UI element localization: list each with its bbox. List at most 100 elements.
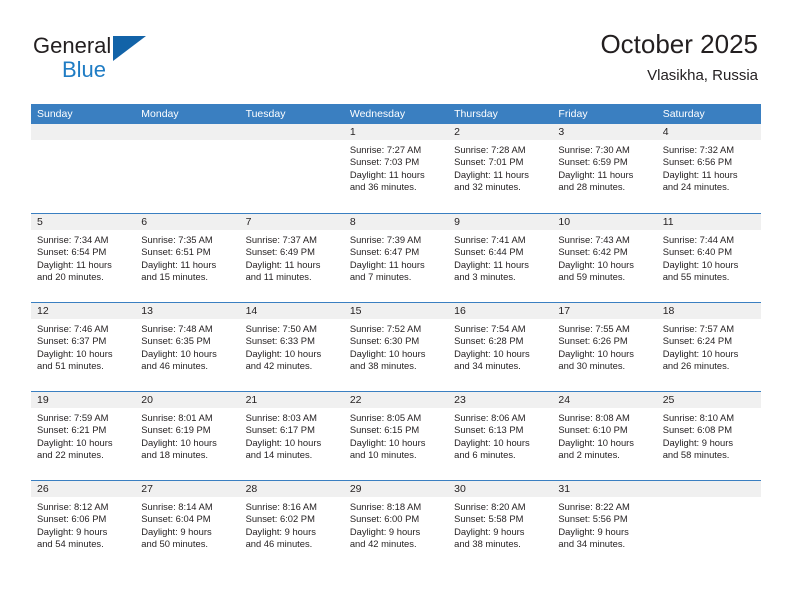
day-details: Sunrise: 7:37 AM Sunset: 6:49 PM Daylight:…	[240, 230, 344, 284]
day-details	[657, 497, 761, 501]
day-cell[interactable]: 24 Sunrise: 8:08 AM Sunset: 6:10 PM Dayligh…	[552, 392, 657, 480]
day-number: 9	[448, 214, 553, 230]
day-detail-line: and 15 minutes.	[141, 271, 208, 283]
day-cell[interactable]: 7 Sunrise: 7:37 AM Sunset: 6:49 PM Daylight…	[239, 214, 344, 302]
day-cell[interactable]: 17 Sunrise: 7:55 AM Sunset: 6:26 PM Dayligh…	[552, 303, 657, 391]
day-number: 28	[239, 481, 344, 497]
day-detail-line: Sunrise: 7:55 AM	[558, 323, 630, 334]
day-cell[interactable]: 23 Sunrise: 8:06 AM Sunset: 6:13 PM Dayligh…	[448, 392, 553, 480]
day-detail-line: Daylight: 10 hours	[454, 436, 530, 448]
day-cell-empty	[135, 124, 240, 213]
day-cell[interactable]: 20 Sunrise: 8:01 AM Sunset: 6:19 PM Dayligh…	[135, 392, 240, 480]
day-detail-line: Sunset: 6:30 PM	[349, 335, 420, 347]
day-cell[interactable]: 30 Sunrise: 8:20 AM Sunset: 5:58 PM Dayligh…	[448, 481, 553, 569]
day-detail-line: Sunrise: 8:05 AM	[349, 412, 422, 423]
brand-logo[interactable]: General Blue	[33, 35, 213, 85]
day-details: Sunrise: 7:48 AM Sunset: 6:35 PM Daylight:…	[135, 319, 239, 373]
day-detail-line: and 6 minutes.	[454, 449, 516, 461]
day-details	[135, 140, 239, 144]
day-number: 29	[343, 481, 449, 497]
day-detail-line: Sunset: 6:42 PM	[558, 246, 628, 258]
day-cell[interactable]: 5 Sunrise: 7:34 AM Sunset: 6:54 PM Daylight…	[31, 214, 136, 302]
day-details: Sunrise: 7:46 AM Sunset: 6:37 PM Daylight:…	[31, 319, 135, 373]
day-cell[interactable]: 29 Sunrise: 8:18 AM Sunset: 6:00 PM Dayligh…	[343, 481, 449, 569]
day-detail-line: Sunset: 6:10 PM	[558, 424, 628, 436]
day-cell[interactable]: 21 Sunrise: 8:03 AM Sunset: 6:17 PM Dayligh…	[239, 392, 344, 480]
day-detail-line: Sunset: 6:00 PM	[349, 513, 420, 525]
weekday-header-row: Sunday Monday Tuesday Wednesday Thursday Frid…	[31, 104, 761, 124]
day-cell[interactable]: 22 Sunrise: 8:05 AM Sunset: 6:15 PM Dayligh…	[343, 392, 449, 480]
day-cell[interactable]: 26 Sunrise: 8:12 AM Sunset: 6:06 PM Dayligh…	[31, 481, 136, 569]
day-detail-line: Sunrise: 8:20 AM	[454, 501, 526, 512]
day-cell[interactable]: 11 Sunrise: 7:44 AM Sunset: 6:40 PM Dayligh…	[656, 214, 761, 302]
day-cell[interactable]: 8 Sunrise: 7:39 AM Sunset: 6:47 PM Daylight…	[343, 214, 449, 302]
day-detail-line: and 54 minutes.	[37, 538, 104, 550]
day-cell[interactable]: 16 Sunrise: 7:54 AM Sunset: 6:28 PM Dayligh…	[448, 303, 553, 391]
day-number: 11	[656, 214, 761, 230]
day-details	[240, 140, 344, 144]
day-detail-line: Daylight: 11 hours	[245, 258, 321, 270]
day-detail-line: and 2 minutes.	[558, 449, 620, 461]
day-cell[interactable]: 4 Sunrise: 7:32 AM Sunset: 6:56 PM Daylight…	[656, 124, 761, 213]
day-detail-line: and 42 minutes.	[245, 360, 313, 372]
weekday-header-monday: Monday	[141, 108, 179, 120]
day-detail-line: Daylight: 11 hours	[454, 258, 529, 270]
day-cell[interactable]: 28 Sunrise: 8:16 AM Sunset: 6:02 PM Dayligh…	[239, 481, 344, 569]
day-details: Sunrise: 7:43 AM Sunset: 6:42 PM Daylight:…	[552, 230, 656, 284]
day-cell[interactable]: 27 Sunrise: 8:14 AM Sunset: 6:04 PM Dayligh…	[135, 481, 240, 569]
day-cell[interactable]: 9 Sunrise: 7:41 AM Sunset: 6:44 PM Daylight…	[448, 214, 553, 302]
day-details: Sunrise: 8:03 AM Sunset: 6:17 PM Daylight:…	[240, 408, 344, 462]
day-cell[interactable]: 2 Sunrise: 7:28 AM Sunset: 7:01 PM Daylight…	[448, 124, 553, 213]
day-cell[interactable]: 18 Sunrise: 7:57 AM Sunset: 6:24 PM Dayligh…	[656, 303, 761, 391]
day-number: 30	[448, 481, 553, 497]
day-detail-line: Daylight: 11 hours	[558, 168, 634, 180]
page-header: General Blue October 2025 Vlasikha, Russ…	[0, 0, 792, 100]
day-detail-line: Daylight: 9 hours	[349, 525, 421, 537]
day-details: Sunrise: 7:28 AM Sunset: 7:01 PM Daylight:…	[448, 140, 552, 194]
day-detail-line: Daylight: 9 hours	[245, 525, 316, 537]
day-cell[interactable]: 15 Sunrise: 7:52 AM Sunset: 6:30 PM Dayligh…	[343, 303, 449, 391]
day-detail-line: Daylight: 10 hours	[558, 436, 634, 448]
day-cell[interactable]: 6 Sunrise: 7:35 AM Sunset: 6:51 PM Daylight…	[135, 214, 240, 302]
day-detail-line: and 55 minutes.	[662, 271, 730, 283]
weekday-header-wednesday: Wednesday	[349, 108, 406, 120]
day-detail-line: Sunset: 6:56 PM	[662, 156, 732, 168]
day-details: Sunrise: 7:44 AM Sunset: 6:40 PM Daylight:…	[657, 230, 761, 284]
day-details: Sunrise: 8:10 AM Sunset: 6:08 PM Daylight:…	[657, 408, 761, 462]
day-cell[interactable]: 10 Sunrise: 7:43 AM Sunset: 6:42 PM Dayligh…	[552, 214, 657, 302]
day-cell[interactable]: 14 Sunrise: 7:50 AM Sunset: 6:33 PM Dayligh…	[239, 303, 344, 391]
day-cell[interactable]: 1 Sunrise: 7:27 AM Sunset: 7:03 PM Daylight…	[343, 124, 449, 213]
day-detail-line: and 22 minutes.	[37, 449, 104, 461]
day-details: Sunrise: 7:59 AM Sunset: 6:21 PM Daylight:…	[31, 408, 135, 462]
day-detail-line: Daylight: 9 hours	[141, 525, 212, 537]
day-number: 22	[343, 392, 449, 408]
day-detail-line: Sunset: 6:51 PM	[141, 246, 211, 258]
day-details: Sunrise: 7:57 AM Sunset: 6:24 PM Daylight:…	[657, 319, 761, 373]
day-number: 5	[31, 214, 136, 230]
day-number: 13	[135, 303, 240, 319]
day-detail-line: Sunset: 6:49 PM	[245, 246, 315, 258]
day-detail-line: and 46 minutes.	[141, 360, 208, 372]
day-cell[interactable]: 13 Sunrise: 7:48 AM Sunset: 6:35 PM Dayligh…	[135, 303, 240, 391]
day-detail-line: and 10 minutes.	[349, 449, 417, 461]
day-cell[interactable]: 31 Sunrise: 8:22 AM Sunset: 5:56 PM Dayligh…	[552, 481, 657, 569]
day-detail-line: Sunrise: 7:34 AM	[37, 234, 109, 245]
day-number: 19	[31, 392, 136, 408]
day-cell[interactable]: 3 Sunrise: 7:30 AM Sunset: 6:59 PM Daylight…	[552, 124, 657, 213]
day-detail-line: and 26 minutes.	[662, 360, 730, 372]
brand-name-blue: Blue	[62, 57, 107, 82]
page-title: October 2025	[600, 29, 758, 59]
day-detail-line: Sunset: 6:13 PM	[454, 424, 524, 436]
day-detail-line: Sunset: 7:03 PM	[349, 156, 420, 168]
day-details: Sunrise: 8:18 AM Sunset: 6:00 PM Daylight:…	[344, 497, 448, 551]
day-detail-line: Daylight: 10 hours	[141, 347, 217, 359]
day-cell[interactable]: 19 Sunrise: 7:59 AM Sunset: 6:21 PM Dayligh…	[31, 392, 136, 480]
weekday-header-saturday: Saturday	[662, 108, 705, 120]
day-details: Sunrise: 7:35 AM Sunset: 6:51 PM Daylight:…	[135, 230, 239, 284]
day-cell[interactable]: 25 Sunrise: 8:10 AM Sunset: 6:08 PM Dayligh…	[656, 392, 761, 480]
day-detail-line: Sunset: 6:17 PM	[245, 424, 315, 436]
day-cell[interactable]: 12 Sunrise: 7:46 AM Sunset: 6:37 PM Dayligh…	[31, 303, 136, 391]
calendar-weeks: 1 Sunrise: 7:27 AM Sunset: 7:03 PM Daylight…	[31, 124, 761, 569]
day-detail-line: Sunrise: 7:27 AM	[349, 144, 422, 155]
day-detail-line: and 36 minutes.	[349, 181, 417, 193]
